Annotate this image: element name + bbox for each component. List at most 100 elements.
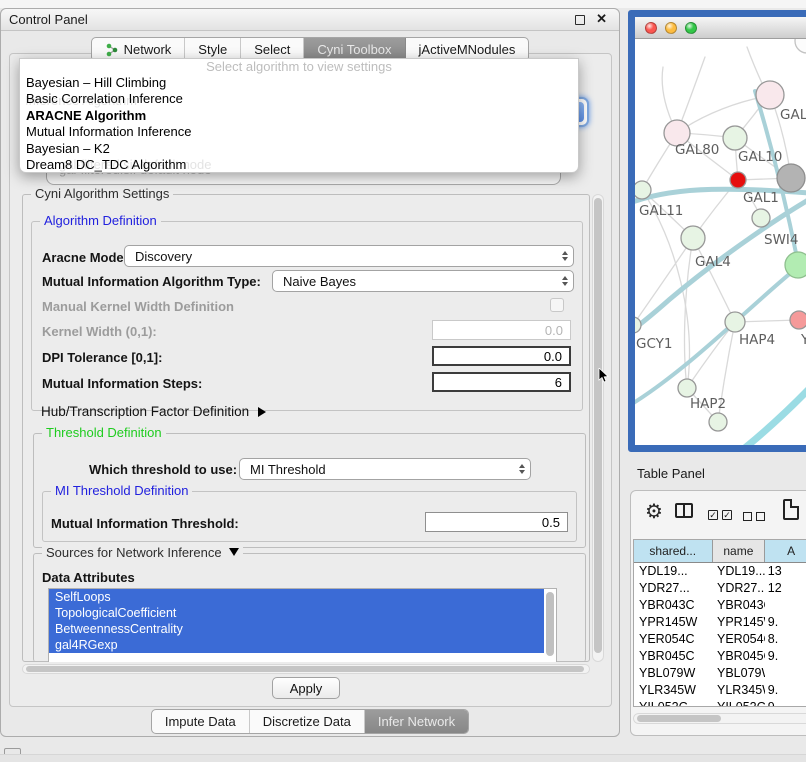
network-node[interactable]: [795, 39, 806, 53]
network-node[interactable]: [785, 252, 806, 278]
tab[interactable]: Discretize Data: [250, 710, 365, 733]
column-header[interactable]: name: [712, 540, 765, 562]
attribute-items: SelfLoops TopologicalCoefficient Between…: [49, 589, 556, 653]
network-canvas[interactable]: GALGAL80GAL10GAL1GAL11SWI4GAL4GCY1HAP4YH…: [635, 39, 806, 445]
network-node-GAL10[interactable]: [723, 126, 747, 150]
list-item[interactable]: gal4RGexp: [49, 637, 544, 653]
float-window-icon[interactable]: [575, 15, 585, 25]
algorithm-dropdown-item[interactable]: Bayesian – K2: [20, 141, 578, 157]
zoom-traffic-light-icon[interactable]: [685, 22, 697, 34]
table-row[interactable]: YER054C YER054C 8.: [634, 630, 806, 647]
algorithm-dropdown-item[interactable]: Basic Correlation Inference: [20, 91, 578, 107]
aracne-mode-combo[interactable]: Discovery: [124, 245, 574, 267]
tab-label: jActiveMNodules: [419, 42, 516, 57]
checked-boxes-icon[interactable]: ✓✓: [708, 510, 732, 520]
tab-label: Impute Data: [165, 714, 236, 729]
manual-kernel-checkbox[interactable]: [550, 298, 564, 312]
column-header[interactable]: A: [765, 540, 806, 562]
table-body: YDL19... YDL19... 13 YDR27... YDR27... 1…: [634, 562, 806, 707]
expander-right-icon: [258, 407, 266, 417]
hub-definition-expander[interactable]: Hub/Transcription Factor Definition: [41, 404, 266, 419]
stepper-icon: [562, 276, 568, 286]
threshold-definition-group: Threshold Definition Which threshold to …: [33, 433, 586, 548]
list-item[interactable]: TopologicalCoefficient: [49, 605, 544, 621]
mi-threshold-value: 0.5: [542, 515, 560, 530]
mi-threshold-group: MI Threshold Definition Mutual Informati…: [42, 491, 577, 542]
network-node-GAL11[interactable]: [635, 181, 651, 199]
mouse-cursor: [598, 368, 610, 384]
table-row[interactable]: YPR145W YPR145W 9.: [634, 613, 806, 630]
tab[interactable]: Infer Network: [365, 710, 468, 733]
stepper-icon: [562, 251, 568, 261]
mi-type-label: Mutual Information Algorithm Type:: [42, 274, 261, 289]
algorithm-dropdown-item[interactable]: ARACNE Algorithm: [20, 108, 578, 124]
which-threshold-combo[interactable]: MI Threshold: [239, 458, 531, 480]
network-node-label: HAP2: [690, 396, 726, 412]
dpi-tolerance-field[interactable]: 0.0: [432, 346, 571, 366]
tab-label: Select: [254, 42, 290, 57]
dpi-tolerance-value: 0.0: [544, 349, 562, 364]
node-table: shared... name A YDL19... YDL19... 13: [633, 539, 806, 707]
minimize-traffic-light-icon[interactable]: [665, 22, 677, 34]
list-item[interactable]: BetweennessCentrality: [49, 621, 544, 637]
columns-icon[interactable]: [675, 503, 693, 518]
algorithm-dropdown-item[interactable]: Dream8 DC_TDC Algorithm: [20, 157, 578, 173]
table-row[interactable]: YBR045C YBR045C 9.: [634, 647, 806, 664]
stepper-icon: [519, 464, 525, 474]
network-edge[interactable]: [635, 238, 693, 325]
mi-threshold-group-title: MI Threshold Definition: [51, 483, 192, 498]
close-icon[interactable]: ✕: [596, 11, 607, 27]
expander-down-icon: [229, 548, 239, 556]
network-node-label: GAL4: [695, 254, 731, 270]
unchecked-boxes-icon[interactable]: [743, 512, 765, 521]
mi-steps-field[interactable]: 6: [432, 372, 571, 392]
bottom-strip: [0, 754, 806, 762]
table-panel-title: Table Panel: [637, 466, 705, 481]
kernel-width-field[interactable]: 0.0: [432, 320, 571, 340]
settings-horizontal-scrollbar[interactable]: [22, 664, 590, 674]
table-row[interactable]: YBL079W YBL079W: [634, 664, 806, 681]
network-node-HAP2[interactable]: [678, 379, 696, 397]
network-node-HAP4[interactable]: [725, 312, 745, 332]
network-node[interactable]: [709, 413, 727, 431]
network-node-GAL[interactable]: [756, 81, 784, 109]
gear-icon[interactable]: ⚙: [645, 499, 663, 524]
network-node-GCY1[interactable]: [635, 317, 641, 333]
network-node-Y[interactable]: [790, 311, 806, 329]
mi-threshold-field[interactable]: 0.5: [425, 512, 568, 532]
apply-button[interactable]: Apply: [272, 677, 340, 699]
settings-vertical-scrollbar[interactable]: [592, 194, 604, 662]
network-node-GAL4[interactable]: [681, 226, 705, 250]
network-node-SWI4[interactable]: [752, 209, 770, 227]
list-scrollbar-thumb[interactable]: [546, 592, 554, 656]
network-window-titlebar[interactable]: [635, 17, 806, 39]
network-view-window: GALGAL80GAL10GAL1GAL11SWI4GAL4GCY1HAP4YH…: [628, 10, 806, 452]
mi-type-combo[interactable]: Naive Bayes: [272, 270, 574, 292]
which-threshold-label: Which threshold to use:: [89, 462, 237, 477]
table-horizontal-scrollbar[interactable]: [633, 713, 806, 724]
algorithm-definition-title: Algorithm Definition: [40, 213, 161, 228]
table-row[interactable]: YBR043C YBR043C: [634, 596, 806, 613]
table-row[interactable]: YIL052C YIL052C 9: [634, 698, 806, 707]
network-edge[interactable]: [687, 322, 735, 388]
control-panel-titlebar[interactable]: Control Panel ✕: [1, 9, 619, 31]
kernel-width-label: Kernel Width (0,1):: [42, 324, 157, 339]
algorithm-dropdown-item[interactable]: Mutual Information Inference: [20, 124, 578, 140]
list-item[interactable]: SelfLoops: [49, 589, 544, 605]
network-edge[interactable]: [731, 361, 806, 445]
algorithm-dropdown-item[interactable]: Bayesian – Hill Climbing: [20, 75, 578, 91]
top-strip: [0, 0, 806, 8]
tab[interactable]: Impute Data: [152, 710, 250, 733]
table-row[interactable]: YDR27... YDR27... 12: [634, 579, 806, 596]
column-header[interactable]: shared...: [634, 540, 712, 562]
tab-label: Style: [198, 42, 227, 57]
close-traffic-light-icon[interactable]: [645, 22, 657, 34]
network-node[interactable]: [777, 164, 805, 192]
table-row[interactable]: YDL19... YDL19... 13: [634, 562, 806, 579]
sources-title[interactable]: Sources for Network Inference: [42, 545, 243, 560]
page-icon[interactable]: [783, 499, 799, 520]
network-node-GAL1[interactable]: [730, 172, 746, 188]
apply-button-label: Apply: [290, 681, 323, 696]
table-row[interactable]: YLR345W YLR345W 9.: [634, 681, 806, 698]
data-attributes-list[interactable]: SelfLoops TopologicalCoefficient Between…: [48, 588, 557, 662]
